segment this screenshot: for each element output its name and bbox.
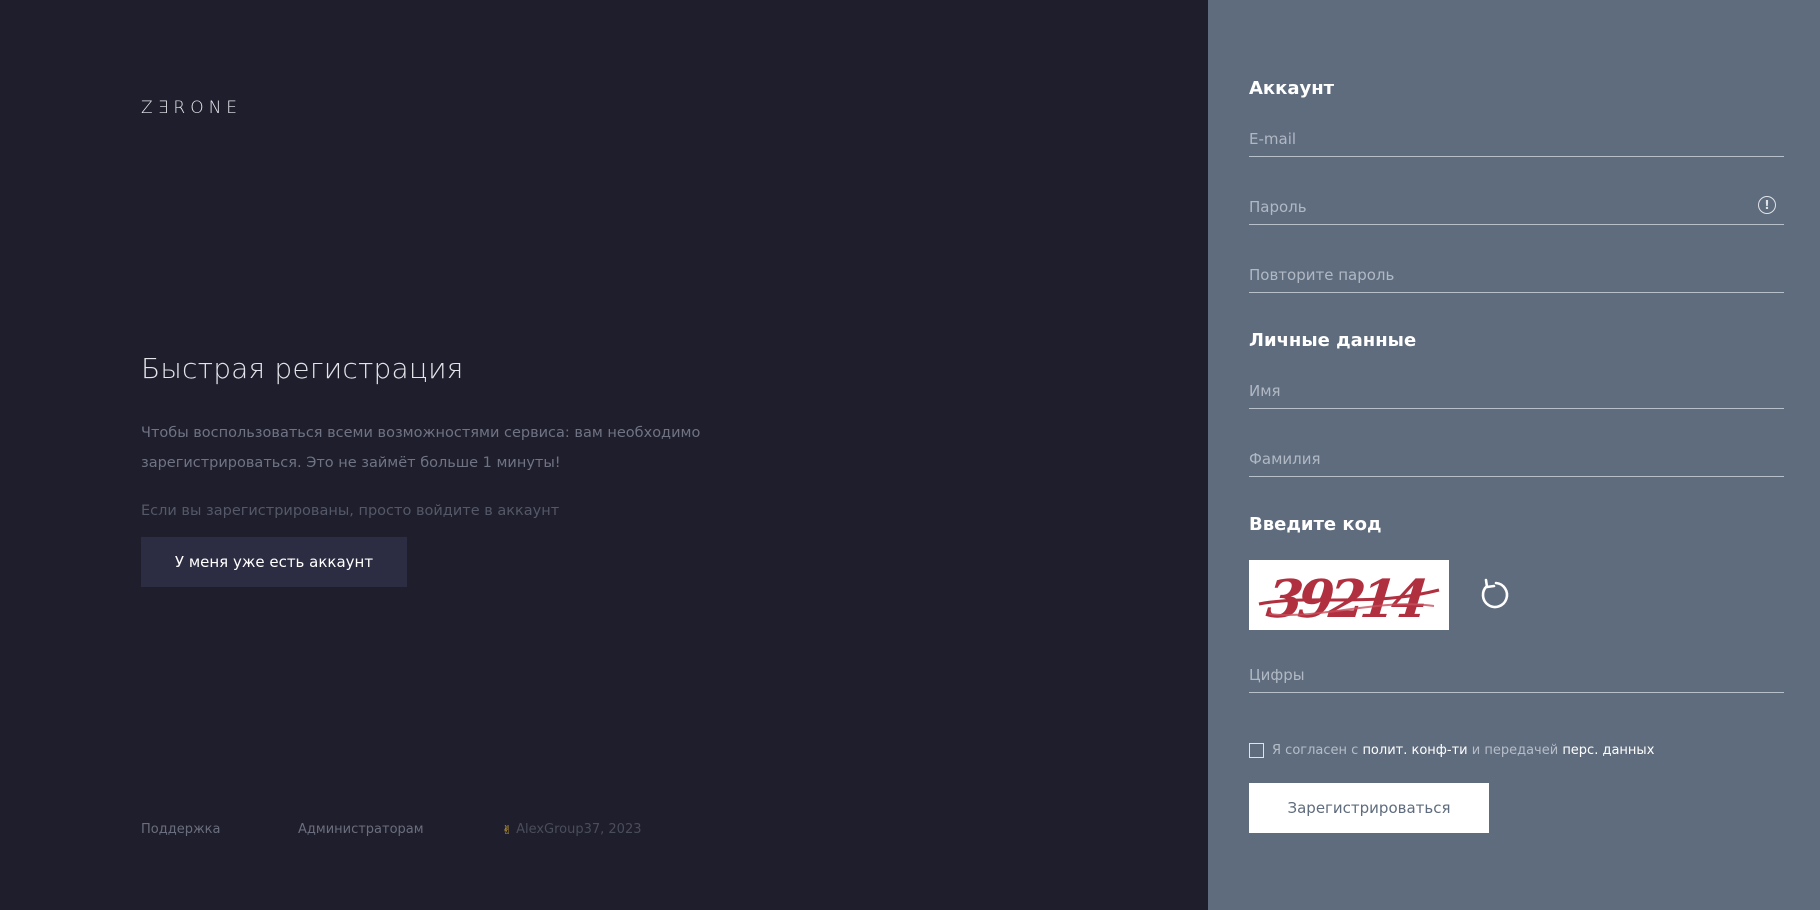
footer-link-admins[interactable]: Администраторам bbox=[298, 822, 424, 837]
section-title-account: Аккаунт bbox=[1249, 78, 1335, 99]
email-field bbox=[1249, 118, 1784, 157]
consent-text: и передачей bbox=[1467, 743, 1563, 758]
footer-link-support[interactable]: Поддержка bbox=[141, 822, 221, 837]
last-name-input[interactable] bbox=[1249, 438, 1784, 476]
have-account-button[interactable]: У меня уже есть аккаунт bbox=[141, 537, 407, 587]
password-input[interactable] bbox=[1249, 186, 1784, 224]
first-name-field bbox=[1249, 370, 1784, 409]
intro-description: Чтобы воспользоваться всеми возможностям… bbox=[141, 418, 701, 478]
page-title: Быстрая регистрация bbox=[141, 352, 464, 385]
personal-data-link[interactable]: перс. данных bbox=[1562, 743, 1654, 758]
rock-hand-icon: ✌ bbox=[502, 822, 513, 837]
copyright-text: AlexGroup37, 2023 bbox=[516, 822, 642, 837]
intro-panel: ZƎRONE Быстрая регистрация Чтобы восполь… bbox=[0, 0, 1208, 910]
consent-row: Я согласен с полит. конф-ти и передачей … bbox=[1249, 743, 1654, 758]
last-name-field bbox=[1249, 438, 1784, 477]
captcha-image[interactable]: 39214 bbox=[1249, 560, 1449, 630]
zerone-logo[interactable]: ZƎRONE bbox=[141, 98, 242, 118]
password-field: ! bbox=[1249, 186, 1784, 225]
email-input[interactable] bbox=[1249, 118, 1784, 156]
privacy-policy-link[interactable]: полит. конф-ти bbox=[1362, 743, 1467, 758]
first-name-input[interactable] bbox=[1249, 370, 1784, 408]
intro-description-line: зарегистрироваться. Это не займёт больше… bbox=[141, 455, 561, 471]
consent-checkbox[interactable] bbox=[1249, 743, 1264, 758]
exclamation-circle-icon[interactable]: ! bbox=[1758, 196, 1776, 214]
digits-input[interactable] bbox=[1249, 654, 1784, 692]
intro-description-line: Чтобы воспользоваться всеми возможностям… bbox=[141, 425, 701, 441]
footer-copyright: ✌ AlexGroup37, 2023 bbox=[502, 822, 642, 837]
refresh-icon[interactable] bbox=[1478, 578, 1512, 612]
register-button[interactable]: Зарегистрироваться bbox=[1249, 783, 1489, 833]
login-hint: Если вы зарегистрированы, просто войдите… bbox=[141, 503, 560, 519]
repeat-password-input[interactable] bbox=[1249, 254, 1784, 292]
captcha-graphic: 39214 bbox=[1249, 560, 1449, 630]
digits-field bbox=[1249, 654, 1784, 693]
section-title-code: Введите код bbox=[1249, 514, 1382, 535]
repeat-password-field bbox=[1249, 254, 1784, 293]
section-title-personal: Личные данные bbox=[1249, 330, 1417, 351]
consent-text: Я согласен с bbox=[1272, 743, 1363, 758]
